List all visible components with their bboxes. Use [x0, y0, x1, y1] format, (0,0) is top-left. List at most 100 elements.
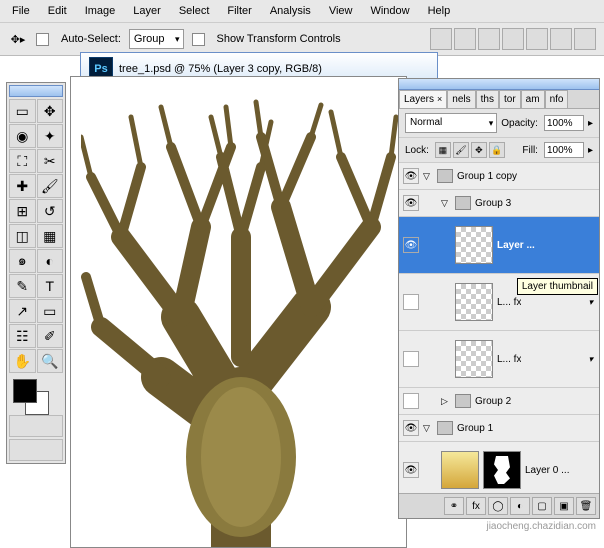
layer-group-row[interactable]: ▷ Group 2 [399, 388, 599, 415]
layer-name[interactable]: Layer 0 ... [525, 465, 569, 476]
new-group-icon[interactable]: ▢ [532, 497, 552, 515]
close-icon[interactable]: × [437, 94, 442, 104]
fx-icon[interactable]: ▾ [588, 297, 593, 308]
new-layer-icon[interactable]: ▣ [554, 497, 574, 515]
wand-tool-icon[interactable]: ✦ [37, 124, 64, 148]
quickmask-toggle[interactable] [9, 415, 63, 437]
eyedropper-tool-icon[interactable]: ✐ [37, 324, 64, 348]
notes-tool-icon[interactable]: ☷ [9, 324, 36, 348]
lock-all-icon[interactable]: 🔒 [489, 142, 505, 158]
layer-thumbnail[interactable] [455, 226, 493, 264]
blur-tool-icon[interactable]: ๑ [9, 249, 36, 273]
visibility-eye-icon[interactable] [403, 294, 419, 310]
lock-position-icon[interactable]: ✥ [471, 142, 487, 158]
layer-style-icon[interactable]: fx [466, 497, 486, 515]
twisty-icon[interactable]: ▽ [423, 423, 433, 434]
fx-icon[interactable]: ▾ [588, 354, 593, 365]
layer-name[interactable]: Group 2 [475, 396, 511, 407]
layer-name[interactable]: Group 1 [457, 423, 493, 434]
auto-select-checkbox[interactable] [36, 33, 49, 46]
align-icon[interactable] [550, 28, 572, 50]
align-icon[interactable] [454, 28, 476, 50]
zoom-tool-icon[interactable]: 🔍 [37, 349, 64, 373]
heal-tool-icon[interactable]: ✚ [9, 174, 36, 198]
visibility-eye-icon[interactable]: 👁 [403, 195, 419, 211]
layer-name[interactable]: L... fx [497, 297, 521, 308]
link-layers-icon[interactable]: ⚭ [444, 497, 464, 515]
layer-mask-thumbnail[interactable] [483, 451, 521, 489]
gradient-tool-icon[interactable]: ▦ [37, 224, 64, 248]
layer-thumbnail[interactable] [455, 283, 493, 321]
twisty-icon[interactable]: ▽ [423, 171, 433, 182]
menu-image[interactable]: Image [77, 3, 124, 19]
menu-filter[interactable]: Filter [219, 3, 259, 19]
menu-file[interactable]: File [4, 3, 38, 19]
history-brush-tool-icon[interactable]: ↺ [37, 199, 64, 223]
tab-info[interactable]: nfo [545, 90, 569, 108]
menu-edit[interactable]: Edit [40, 3, 75, 19]
menu-layer[interactable]: Layer [125, 3, 169, 19]
visibility-eye-icon[interactable]: 👁 [403, 420, 419, 436]
adjustment-layer-icon[interactable]: ◐ [510, 497, 530, 515]
tab-paths[interactable]: ths [476, 90, 499, 108]
dodge-tool-icon[interactable]: ◐ [37, 249, 64, 273]
pen-tool-icon[interactable]: ✎ [9, 274, 36, 298]
visibility-eye-icon[interactable] [403, 393, 419, 409]
foreground-color-swatch[interactable] [13, 379, 37, 403]
slice-tool-icon[interactable]: ✂ [37, 149, 64, 173]
menu-analysis[interactable]: Analysis [262, 3, 319, 19]
screenmode-toggle[interactable] [9, 439, 63, 461]
tab-layers[interactable]: Layers× [399, 90, 447, 108]
align-icon[interactable] [430, 28, 452, 50]
menu-window[interactable]: Window [362, 3, 417, 19]
layer-name[interactable]: Group 1 copy [457, 171, 517, 182]
layer-group-row[interactable]: 👁 ▽ Group 1 copy [399, 163, 599, 190]
blend-mode-dropdown[interactable]: Normal [405, 113, 497, 133]
align-icon[interactable] [478, 28, 500, 50]
chevron-right-icon[interactable]: ▸ [588, 145, 593, 156]
marquee-tool-icon[interactable]: ▭ [9, 99, 36, 123]
twisty-icon[interactable]: ▽ [441, 198, 451, 209]
move-tool-icon[interactable]: ✥▸ [8, 29, 28, 49]
delete-layer-icon[interactable]: 🗑 [576, 497, 596, 515]
menu-view[interactable]: View [321, 3, 361, 19]
align-icon[interactable] [526, 28, 548, 50]
layer-row-selected[interactable]: 👁 Layer ... [399, 217, 599, 274]
path-tool-icon[interactable]: ↗ [9, 299, 36, 323]
show-transform-checkbox[interactable] [192, 33, 205, 46]
hand-tool-icon[interactable]: ✋ [9, 349, 36, 373]
layer-thumbnail[interactable] [455, 340, 493, 378]
auto-select-dropdown[interactable]: Group [129, 29, 184, 49]
move-tool-icon[interactable]: ✥ [37, 99, 64, 123]
layer-name[interactable]: L... fx [497, 354, 521, 365]
layer-mask-icon[interactable]: ◯ [488, 497, 508, 515]
layer-row[interactable]: 👁 Layer 0 ... [399, 442, 599, 493]
document-canvas[interactable] [70, 76, 407, 548]
layer-name[interactable]: Group 3 [475, 198, 511, 209]
layer-row[interactable]: L... fx ▾ [399, 331, 599, 388]
stamp-tool-icon[interactable]: ⊞ [9, 199, 36, 223]
tab-channels[interactable]: nels [447, 90, 475, 108]
tab-am[interactable]: am [521, 90, 545, 108]
lock-pixels-icon[interactable]: 🖌 [453, 142, 469, 158]
twisty-icon[interactable]: ▷ [441, 396, 451, 407]
shape-tool-icon[interactable]: ▭ [37, 299, 64, 323]
toolbox-header[interactable] [9, 85, 63, 97]
opacity-input[interactable] [544, 115, 584, 131]
menu-help[interactable]: Help [420, 3, 459, 19]
fill-input[interactable] [544, 142, 584, 158]
crop-tool-icon[interactable]: ⛶ [9, 149, 36, 173]
eraser-tool-icon[interactable]: ◫ [9, 224, 36, 248]
panel-header[interactable] [399, 79, 599, 90]
chevron-right-icon[interactable]: ▸ [588, 118, 593, 129]
layer-thumbnail[interactable] [441, 451, 479, 489]
color-swatches[interactable] [9, 377, 63, 413]
align-icon[interactable] [574, 28, 596, 50]
brush-tool-icon[interactable]: 🖌 [37, 174, 64, 198]
visibility-eye-icon[interactable] [403, 351, 419, 367]
tab-tor[interactable]: tor [499, 90, 521, 108]
align-icon[interactable] [502, 28, 524, 50]
visibility-eye-icon[interactable]: 👁 [403, 168, 419, 184]
type-tool-icon[interactable]: T [37, 274, 64, 298]
lock-transparent-icon[interactable]: ▦ [435, 142, 451, 158]
